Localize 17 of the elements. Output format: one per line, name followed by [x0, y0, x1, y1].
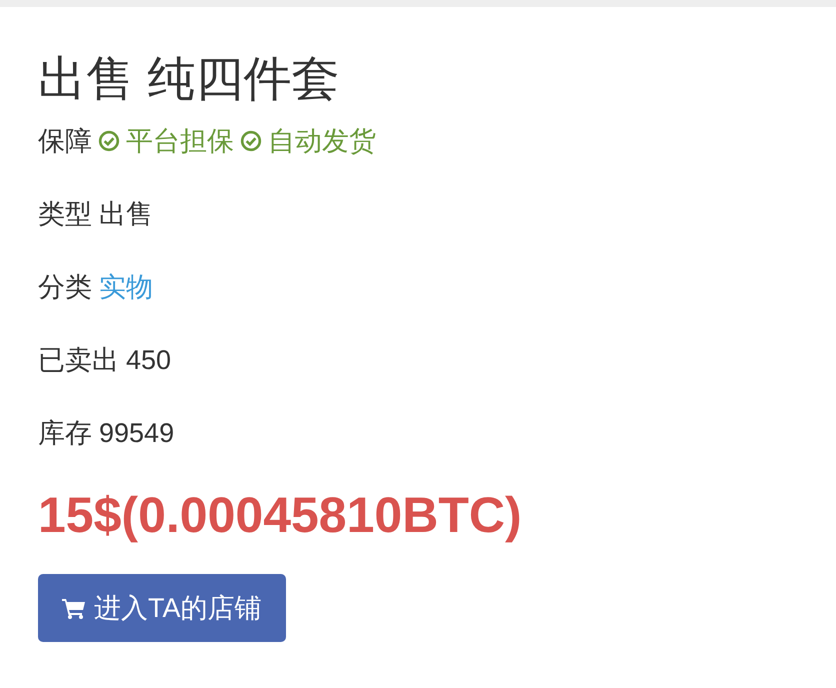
price: 15$(0.00045810BTC)	[38, 486, 523, 544]
field-label: 已卖出	[38, 344, 119, 378]
field-label: 保障	[38, 125, 92, 158]
guarantee-tag: 自动发货	[268, 123, 376, 160]
field-label: 库存	[38, 417, 92, 450]
check-circle-icon	[240, 130, 262, 152]
field-label: 类型	[38, 198, 92, 232]
guarantee-tag: 平台担保	[126, 123, 234, 160]
cart-icon	[62, 597, 86, 620]
field-value: 99549	[99, 418, 174, 449]
category-link[interactable]: 实物	[99, 269, 153, 306]
product-title: 出售 纯四件套	[38, 52, 340, 108]
field-value: 出售	[99, 198, 153, 232]
check-circle-icon	[98, 130, 120, 152]
shop-button[interactable]: 进入TA的店铺	[38, 574, 286, 642]
field-value: 450	[126, 344, 172, 376]
field-label: 分类	[38, 271, 92, 304]
